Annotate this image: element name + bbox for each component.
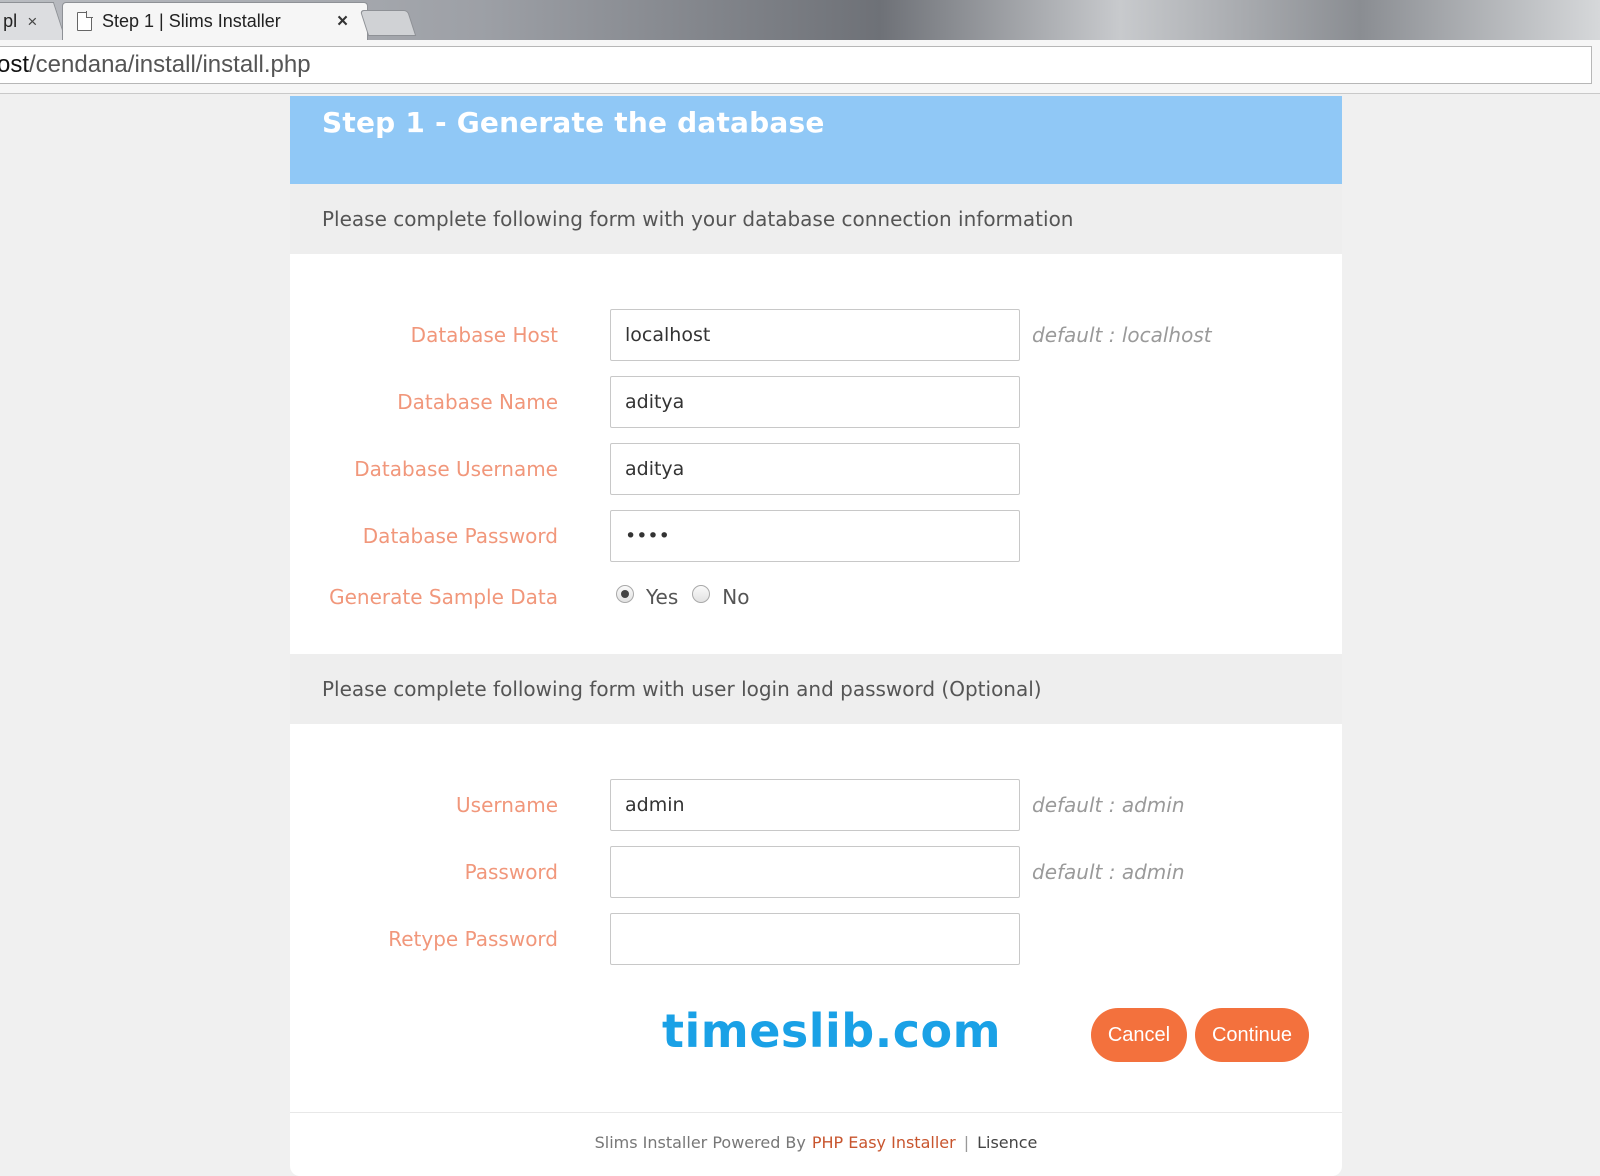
username-hint: default : admin bbox=[1032, 793, 1185, 817]
db-username-label: Database Username bbox=[354, 457, 558, 481]
footer-separator: | bbox=[963, 1133, 970, 1152]
db-username-row: Database Username bbox=[290, 443, 1342, 495]
footer-licence-link[interactable]: Lisence bbox=[977, 1133, 1037, 1152]
tab-previous-title: pl bbox=[3, 11, 18, 31]
username-input[interactable] bbox=[610, 779, 1020, 831]
sample-data-yes-label[interactable]: Yes bbox=[646, 585, 678, 609]
sample-data-yes-radio[interactable] bbox=[616, 585, 634, 603]
url-host: ost bbox=[0, 51, 30, 78]
password-input[interactable] bbox=[610, 846, 1020, 898]
sample-data-row: Generate Sample Data Yes No bbox=[290, 571, 1342, 623]
address-bar: ost/cendana/install/install.php bbox=[0, 40, 1600, 94]
db-name-row: Database Name bbox=[290, 376, 1342, 428]
tab-active[interactable]: Step 1 | Slims Installer × bbox=[62, 2, 368, 40]
username-row: Username default : admin bbox=[290, 779, 1342, 831]
sample-data-label: Generate Sample Data bbox=[329, 585, 558, 609]
page-icon bbox=[77, 11, 93, 31]
db-form: Database Host default : localhost Databa… bbox=[290, 254, 1342, 654]
db-username-input[interactable] bbox=[610, 443, 1020, 495]
page-title: Step 1 - Generate the database bbox=[322, 106, 825, 139]
panel-header: Step 1 - Generate the database bbox=[290, 96, 1342, 184]
db-name-label: Database Name bbox=[397, 390, 558, 414]
user-form: Username default : admin Password defaul… bbox=[290, 724, 1342, 1024]
db-password-row: Database Password bbox=[290, 510, 1342, 562]
continue-button[interactable]: Continue bbox=[1195, 1008, 1309, 1062]
user-section-heading: Please complete following form with user… bbox=[290, 654, 1342, 724]
sample-data-radio-group: Yes No bbox=[616, 571, 764, 623]
installer-panel: Step 1 - Generate the database Please co… bbox=[290, 96, 1342, 1176]
db-host-row: Database Host default : localhost bbox=[290, 309, 1342, 361]
new-tab-button[interactable] bbox=[359, 10, 417, 36]
retype-password-row: Retype Password bbox=[290, 913, 1342, 965]
url-path: /cendana/install/install.php bbox=[29, 51, 311, 78]
password-row: Password default : admin bbox=[290, 846, 1342, 898]
footer-installer-link[interactable]: PHP Easy Installer bbox=[812, 1133, 956, 1152]
sample-data-no-label[interactable]: No bbox=[722, 585, 749, 609]
password-label: Password bbox=[464, 860, 558, 884]
retype-password-input[interactable] bbox=[610, 913, 1020, 965]
retype-password-label: Retype Password bbox=[388, 927, 558, 951]
db-password-label: Database Password bbox=[362, 524, 558, 548]
db-name-input[interactable] bbox=[610, 376, 1020, 428]
sample-data-no-radio[interactable] bbox=[692, 585, 711, 603]
db-password-input[interactable] bbox=[610, 510, 1020, 562]
tab-previous[interactable]: pl × bbox=[0, 2, 67, 40]
db-section-heading: Please complete following form with your… bbox=[290, 184, 1342, 254]
footer: Slims Installer Powered By PHP Easy Inst… bbox=[290, 1112, 1342, 1172]
watermark-logo: timeslib.com bbox=[662, 1004, 1002, 1058]
tab-active-title: Step 1 | Slims Installer bbox=[102, 11, 281, 31]
url-field[interactable]: ost/cendana/install/install.php bbox=[0, 46, 1592, 84]
cancel-button[interactable]: Cancel bbox=[1091, 1008, 1187, 1062]
username-label: Username bbox=[456, 793, 558, 817]
db-host-label: Database Host bbox=[410, 323, 558, 347]
tab-previous-close-icon[interactable]: × bbox=[27, 12, 37, 32]
db-host-hint: default : localhost bbox=[1032, 323, 1212, 347]
browser-tabstrip: pl × Step 1 | Slims Installer × bbox=[0, 0, 1600, 40]
password-hint: default : admin bbox=[1032, 860, 1185, 884]
footer-text: Slims Installer Powered By bbox=[594, 1133, 806, 1152]
db-host-input[interactable] bbox=[610, 309, 1020, 361]
